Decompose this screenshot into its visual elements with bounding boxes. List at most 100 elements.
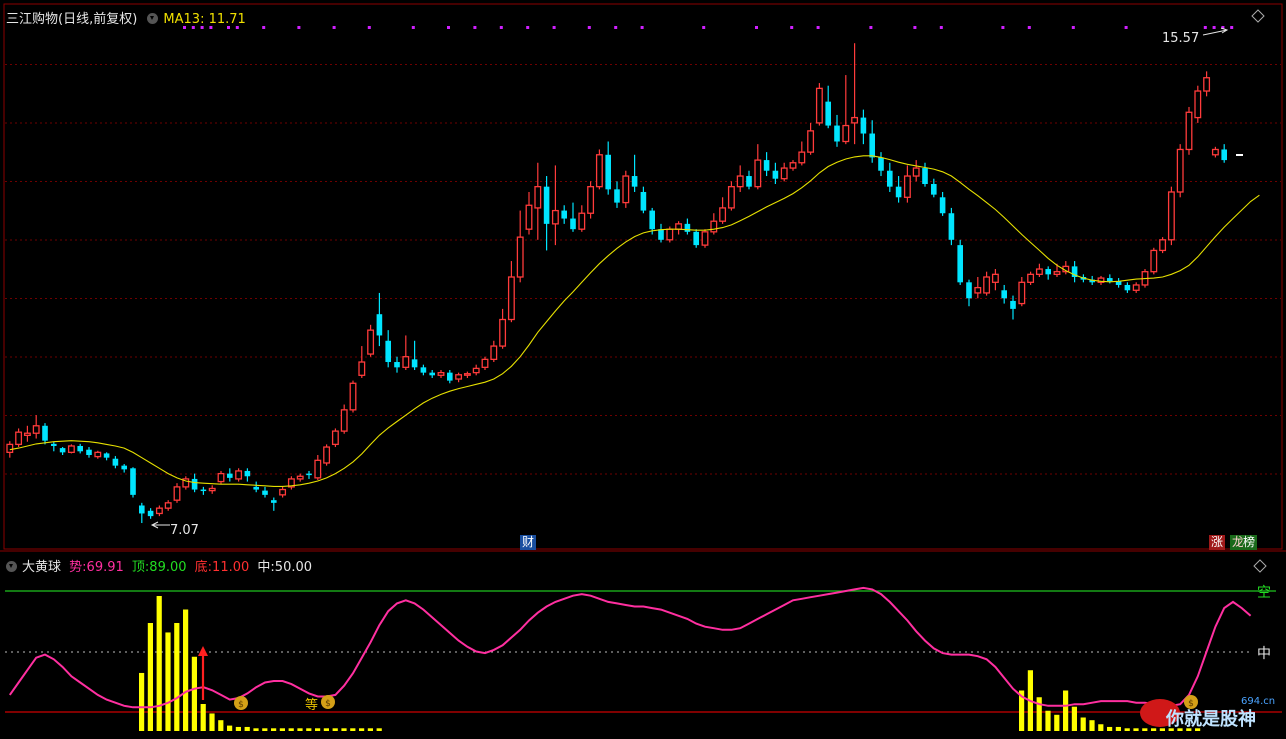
- indicator-name[interactable]: 大黄球: [22, 560, 61, 575]
- candle-body: [455, 374, 463, 380]
- chart-canvas[interactable]: 15.57 7.07 $ 等 $ $ 空 中 你就是股神 694.cn: [0, 0, 1286, 735]
- long-badge[interactable]: 龙: [1230, 535, 1245, 550]
- yellow-bar: [315, 728, 321, 731]
- candle-body: [155, 507, 163, 515]
- candle: [895, 176, 902, 203]
- signal-dot: [367, 26, 371, 29]
- yellow-bar: [1036, 697, 1042, 731]
- yellow-bar: [1098, 724, 1104, 731]
- candle: [922, 162, 928, 187]
- ding-label: 顶:: [131, 560, 150, 575]
- candle: [287, 476, 295, 490]
- candle: [42, 423, 48, 445]
- candle-body: [991, 273, 999, 283]
- candle-body: [227, 473, 233, 478]
- sub-panel-toggle-icon[interactable]: [1253, 559, 1267, 573]
- candles[interactable]: [6, 43, 1227, 524]
- candle: [842, 75, 850, 145]
- yellow-bar: [147, 623, 153, 731]
- yellow-bar: [288, 728, 294, 731]
- panel-toggle-icon[interactable]: [1251, 9, 1265, 23]
- svg-text:$: $: [1188, 699, 1194, 709]
- candle: [957, 239, 963, 285]
- candle-body: [1167, 191, 1175, 241]
- signal-dot: [526, 26, 530, 29]
- candle: [551, 165, 559, 246]
- candle: [200, 486, 207, 495]
- watermark-logo: 你就是股神 694.cn: [1140, 696, 1275, 730]
- ma-label: MA13:: [163, 12, 205, 27]
- candle-body: [437, 371, 445, 376]
- candle-body: [367, 329, 375, 355]
- candle: [605, 141, 611, 195]
- candle: [798, 141, 806, 166]
- candle: [966, 279, 972, 307]
- candle-body: [296, 475, 304, 480]
- candle: [358, 346, 366, 378]
- svg-text:$: $: [325, 699, 331, 709]
- candle-body: [208, 487, 216, 492]
- dropdown-icon[interactable]: [147, 13, 159, 24]
- candle-body: [614, 189, 620, 203]
- watermark-text: 你就是股神: [1165, 708, 1256, 730]
- candle-body: [130, 468, 136, 495]
- candle-body: [710, 220, 718, 233]
- candle: [155, 505, 163, 517]
- candle: [253, 481, 259, 493]
- candle: [481, 356, 489, 370]
- candle: [51, 441, 57, 452]
- candle: [235, 468, 243, 482]
- candle: [825, 85, 831, 129]
- yellow-bar: [1107, 726, 1113, 731]
- yellow-bar: [1071, 706, 1077, 731]
- signal-dot: [790, 26, 794, 29]
- candle-body: [727, 186, 735, 209]
- zhang-badge[interactable]: 涨: [1209, 535, 1226, 550]
- yellow-bar: [1151, 728, 1157, 731]
- candle: [182, 476, 190, 490]
- chart-window[interactable]: 15.57 7.07 $ 等 $ $ 空 中 你就是股神 694.cn 三江购物…: [0, 0, 1286, 735]
- candle-body: [966, 282, 972, 299]
- candle-body: [358, 361, 366, 376]
- candle: [420, 364, 427, 376]
- candle-body: [860, 117, 867, 134]
- candle: [701, 229, 709, 248]
- candle: [614, 181, 620, 208]
- candle-body: [640, 191, 647, 211]
- signal-dot: [552, 26, 556, 29]
- candle: [710, 213, 718, 235]
- candle-body: [895, 186, 902, 198]
- dropdown-icon-sub[interactable]: [6, 561, 17, 572]
- yellow-bar: [1045, 710, 1051, 731]
- candle-body: [1194, 90, 1202, 119]
- candle: [772, 162, 779, 185]
- candle-body: [1107, 278, 1113, 282]
- candle: [411, 340, 418, 370]
- candle: [314, 455, 322, 480]
- money-bag-icon-2: $: [321, 695, 335, 709]
- candle: [780, 162, 788, 182]
- candle: [640, 186, 647, 214]
- candle-body: [217, 472, 225, 483]
- signal-dot: [1071, 26, 1075, 29]
- signal-dot: [297, 26, 301, 29]
- cai-badge[interactable]: 财: [520, 535, 537, 550]
- candle-body: [191, 478, 198, 490]
- candle: [121, 464, 127, 473]
- candle-body: [578, 212, 586, 230]
- candle-body: [139, 505, 145, 514]
- candle: [939, 191, 946, 216]
- candle-body: [306, 473, 312, 476]
- buy-arrow-head: [198, 646, 208, 656]
- stock-title[interactable]: 三江购物(日线,前复权): [6, 12, 137, 27]
- bang-badge[interactable]: 榜: [1243, 535, 1258, 550]
- candle-body: [561, 210, 567, 219]
- candle-body: [649, 210, 655, 230]
- candle: [306, 470, 312, 479]
- candle-body: [842, 124, 850, 143]
- candle-body: [385, 340, 391, 363]
- candle: [130, 467, 136, 498]
- candle: [1132, 282, 1140, 293]
- candle-body: [376, 314, 383, 336]
- candle-body: [525, 204, 533, 230]
